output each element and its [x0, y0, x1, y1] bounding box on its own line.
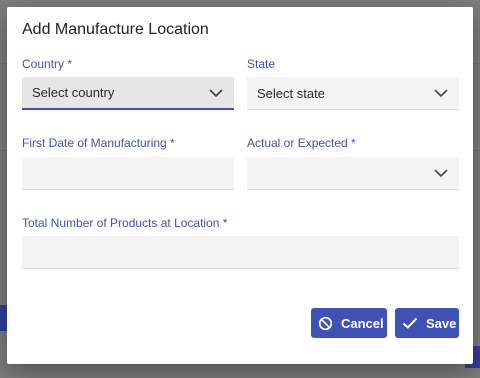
state-label: State — [247, 57, 276, 71]
first-date-label: First Date of Manufacturing * — [22, 136, 175, 150]
country-label: Country * — [22, 57, 73, 71]
chevron-down-icon — [434, 169, 448, 177]
save-button[interactable]: Save — [395, 308, 459, 338]
add-manufacture-location-dialog: Add Manufacture Location Country * Selec… — [7, 7, 473, 364]
dialog-title: Add Manufacture Location — [22, 21, 209, 38]
cancel-button-label: Cancel — [341, 315, 384, 331]
first-date-input[interactable] — [22, 157, 234, 190]
cancel-circle-icon — [318, 316, 333, 330]
background-button-fragment — [0, 305, 7, 331]
total-products-label: Total Number of Products at Location * — [22, 216, 228, 230]
cancel-button[interactable]: Cancel — [311, 308, 387, 338]
checkmark-icon — [402, 317, 418, 329]
chevron-down-icon — [434, 89, 448, 97]
actual-expected-label: Actual or Expected * — [247, 136, 356, 150]
chevron-down-icon — [209, 88, 223, 97]
state-select[interactable]: Select state — [247, 77, 459, 110]
actual-expected-select[interactable] — [247, 157, 459, 190]
save-button-label: Save — [426, 315, 457, 331]
country-select-value: Select country — [32, 85, 115, 100]
state-select-value: Select state — [257, 85, 325, 101]
total-products-input[interactable] — [22, 236, 459, 269]
country-select[interactable]: Select country — [22, 77, 234, 110]
